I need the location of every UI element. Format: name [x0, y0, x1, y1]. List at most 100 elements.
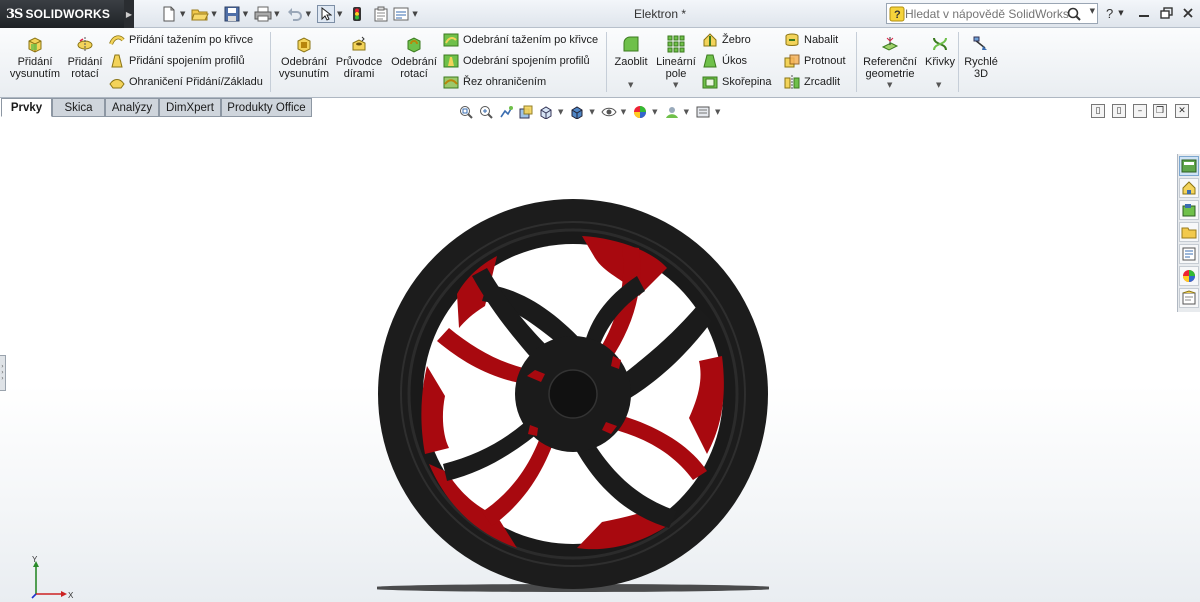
swept-boss-button[interactable]: Přidání tažením po křivce	[109, 31, 253, 49]
save-icon[interactable]	[223, 5, 241, 23]
previous-view-icon[interactable]	[498, 104, 514, 120]
lofted-cut-button[interactable]: Odebrání spojením profilů	[443, 52, 590, 70]
view-settings-icon[interactable]	[695, 104, 711, 120]
reference-geometry-dropdown-icon[interactable]: ▼	[887, 81, 892, 89]
hole-wizard-icon	[349, 34, 369, 54]
triad-x-label: X	[68, 591, 74, 600]
appearances-scenes-icon[interactable]	[1179, 266, 1199, 286]
custom-properties-icon[interactable]	[1179, 288, 1199, 308]
save-dropdown-icon[interactable]: ▼	[243, 10, 248, 18]
hole-wizard-button[interactable]: Průvodce dírami	[334, 34, 384, 80]
menu-expand-arrow-icon[interactable]: ▶	[124, 0, 134, 28]
options-icon[interactable]	[392, 5, 410, 23]
tab-evaluate[interactable]: Analýzy	[105, 98, 159, 117]
display-style-icon[interactable]	[569, 104, 585, 120]
wheel-model[interactable]	[377, 196, 769, 592]
help-dropdown-icon[interactable]: ▼	[1117, 5, 1125, 21]
feature-manager-expand-handle[interactable]: › › ›	[0, 355, 6, 391]
hide-show-dropdown-icon[interactable]: ▼	[621, 108, 626, 116]
new-dropdown-icon[interactable]: ▼	[180, 10, 185, 18]
ribbon-separator	[606, 32, 607, 92]
select-icon[interactable]	[316, 5, 335, 23]
select-dropdown-icon[interactable]: ▼	[337, 10, 342, 18]
curves-dropdown-icon[interactable]: ▼	[936, 81, 941, 89]
revolve-boss-button[interactable]: Přidání rotací	[64, 34, 106, 80]
design-library-icon[interactable]	[1179, 178, 1199, 198]
search-dropdown-icon[interactable]: ▼	[1090, 7, 1095, 15]
boundary-cut-button[interactable]: Řez ohraničením	[443, 73, 546, 91]
section-view-icon[interactable]	[518, 104, 534, 120]
extrude-boss-button[interactable]: Přidání vysunutím	[6, 34, 64, 80]
edit-appearance-icon[interactable]	[632, 104, 648, 120]
viewport-close-icon[interactable]: ✕	[1175, 104, 1189, 118]
restore-icon[interactable]	[1158, 5, 1174, 21]
instant3d-button[interactable]: Rychlé 3D	[962, 34, 1000, 80]
solidworks-resources-icon[interactable]	[1179, 156, 1199, 176]
rib-button[interactable]: Žebro	[702, 31, 751, 49]
linear-pattern-dropdown-icon[interactable]: ▼	[673, 81, 678, 89]
file-explorer-icon[interactable]	[1179, 200, 1199, 220]
zoom-to-area-icon[interactable]	[478, 104, 494, 120]
solidworks-logo[interactable]: 3S SOLIDWORKS	[0, 0, 124, 28]
open-icon[interactable]	[191, 5, 210, 23]
options-dropdown-icon[interactable]: ▼	[412, 10, 417, 18]
intersect-button[interactable]: Protnout	[784, 52, 846, 70]
rebuild-icon[interactable]	[348, 5, 366, 23]
boundary-boss-button[interactable]: Ohraničení Přidání/Základu	[109, 73, 263, 91]
extrude-cut-button[interactable]: Odebrání vysunutím	[276, 34, 332, 80]
boundary-cut-icon	[443, 74, 459, 90]
curves-button[interactable]: Křivky	[922, 34, 958, 68]
viewport-restore-icon[interactable]: ❐	[1153, 104, 1167, 118]
file-properties-icon[interactable]	[372, 5, 390, 23]
viewport-minimize-icon[interactable]: –	[1133, 104, 1147, 118]
tab-office-products[interactable]: Produkty Office	[221, 98, 312, 117]
mirror-label: Zrcadlit	[804, 76, 841, 88]
new-icon[interactable]	[160, 5, 178, 23]
help-search-box[interactable]: ? ▼	[886, 3, 1098, 24]
linear-pattern-button[interactable]: Lineární pole	[654, 34, 698, 80]
fillet-icon	[621, 34, 641, 54]
search-icon[interactable]	[1065, 5, 1083, 22]
edit-appearance-dropdown-icon[interactable]: ▼	[652, 108, 657, 116]
viewport-single-icon[interactable]: ▯	[1091, 104, 1105, 118]
display-style-dropdown-icon[interactable]: ▼	[589, 108, 594, 116]
lofted-boss-button[interactable]: Přidání spojením profilů	[109, 52, 245, 70]
zoom-to-fit-icon[interactable]	[458, 104, 474, 120]
undo-icon[interactable]	[286, 5, 304, 23]
revolve-cut-icon	[404, 34, 424, 54]
print-dropdown-icon[interactable]: ▼	[274, 10, 279, 18]
tab-sketch[interactable]: Skica	[52, 98, 105, 117]
apply-scene-dropdown-icon[interactable]: ▼	[684, 108, 689, 116]
print-icon[interactable]	[254, 5, 272, 23]
swept-cut-button[interactable]: Odebrání tažením po křivce	[443, 31, 598, 49]
draft-button[interactable]: Úkos	[702, 52, 747, 70]
view-orientation-dropdown-icon[interactable]: ▼	[558, 108, 563, 116]
apply-scene-icon[interactable]	[664, 104, 680, 120]
open-dropdown-icon[interactable]: ▼	[211, 10, 216, 18]
view-palette-icon[interactable]	[1179, 244, 1199, 264]
lofted-boss-icon	[109, 53, 125, 69]
triad-y-label: Y	[32, 556, 38, 564]
shell-button[interactable]: Skořepina	[702, 73, 772, 91]
tab-dimxpert[interactable]: DimXpert	[159, 98, 221, 117]
draft-label: Úkos	[722, 55, 748, 67]
close-icon[interactable]	[1180, 5, 1196, 21]
wrap-button[interactable]: Nabalit	[784, 31, 838, 49]
reference-geometry-button[interactable]: Referenční geometrie	[862, 34, 918, 80]
minimize-icon[interactable]	[1136, 5, 1152, 21]
fillet-dropdown-icon[interactable]: ▼	[628, 81, 633, 89]
linear-pattern-label: Lineární pole	[656, 56, 696, 80]
view-palette-folder-icon[interactable]	[1179, 222, 1199, 242]
mirror-button[interactable]: Zrcadlit	[784, 73, 840, 91]
ds-logo-mark: 3S	[6, 6, 23, 22]
viewport-two-icon[interactable]: ▯	[1112, 104, 1126, 118]
hide-show-items-icon[interactable]	[601, 104, 617, 120]
revolve-cut-button[interactable]: Odebrání rotací	[388, 34, 440, 80]
command-manager-ribbon: Přidání vysunutím Přidání rotací Přidání…	[0, 28, 1200, 98]
view-orientation-icon[interactable]	[538, 104, 554, 120]
fillet-button[interactable]: Zaoblit	[611, 34, 651, 68]
search-input[interactable]	[905, 6, 1073, 21]
undo-dropdown-icon[interactable]: ▼	[306, 10, 311, 18]
tab-features[interactable]: Prvky	[1, 98, 52, 117]
view-settings-dropdown-icon[interactable]: ▼	[715, 108, 720, 116]
